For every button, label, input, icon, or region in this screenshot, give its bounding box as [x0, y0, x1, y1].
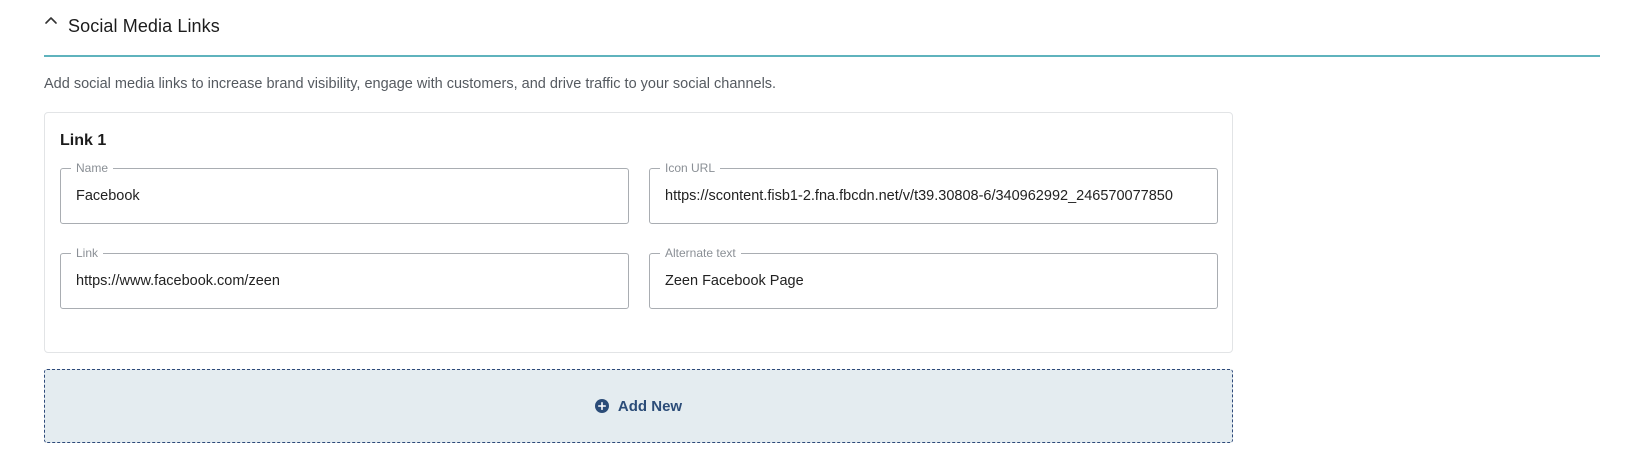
add-new-label: Add New: [617, 397, 683, 415]
alternate-text-field[interactable]: Alternate text Zeen Facebook Page: [649, 245, 1218, 309]
link-field[interactable]: Link https://www.facebook.com/zeen: [60, 245, 629, 309]
icon-url-field[interactable]: Icon URL https://scontent.fisb1-2.fna.fb…: [649, 160, 1218, 224]
icon-url-field-value[interactable]: https://scontent.fisb1-2.fna.fbcdn.net/v…: [665, 169, 1202, 223]
link-card: Link 1 Name Facebook Icon URL https://sc…: [44, 112, 1233, 353]
name-field-value[interactable]: Facebook: [76, 169, 613, 223]
link-field-value[interactable]: https://www.facebook.com/zeen: [76, 254, 613, 308]
social-media-links-section: Social Media Links Add social media link…: [0, 0, 1642, 456]
add-new-button[interactable]: Add New: [44, 369, 1233, 443]
section-description: Add social media links to increase brand…: [44, 76, 777, 92]
section-header: Social Media Links: [44, 8, 1600, 57]
plus-circle-icon: [594, 399, 609, 413]
add-new-content: Add New: [594, 397, 683, 415]
section-title: Social Media Links: [68, 16, 220, 36]
name-field[interactable]: Name Facebook: [60, 160, 629, 224]
alternate-text-field-value[interactable]: Zeen Facebook Page: [665, 254, 1202, 308]
chevron-up-icon[interactable]: [44, 14, 58, 28]
link-card-title: Link 1: [60, 132, 107, 149]
